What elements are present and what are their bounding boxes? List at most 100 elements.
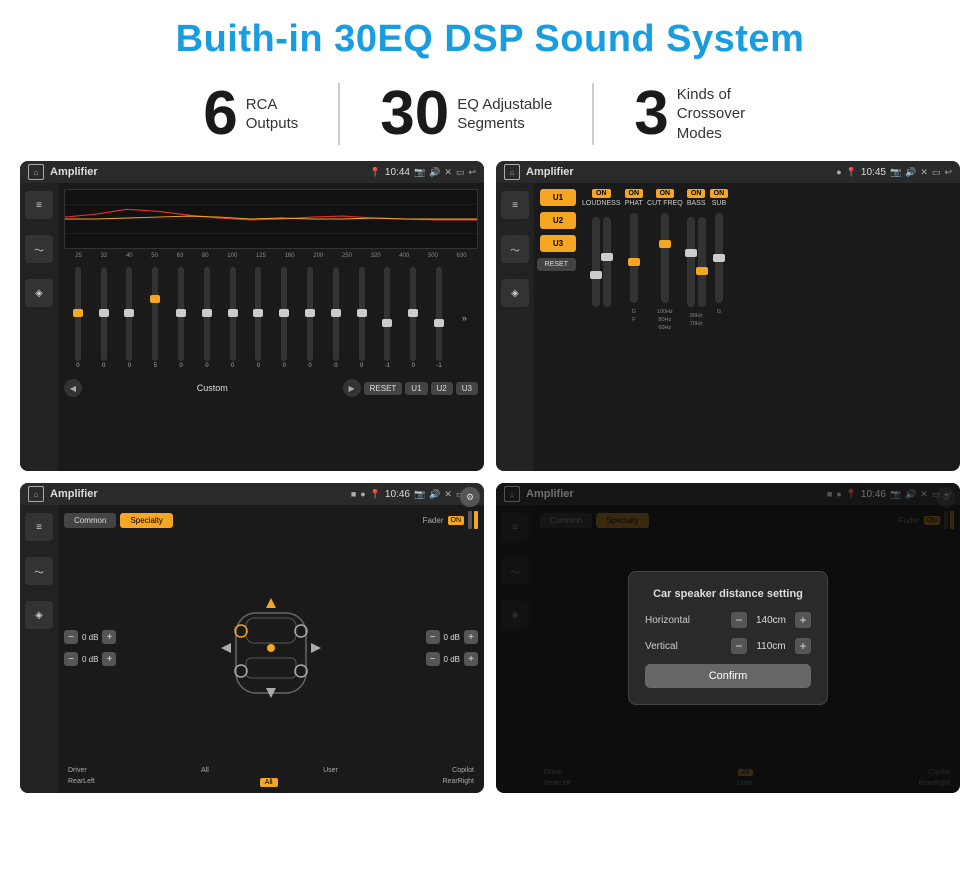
close-icon-3[interactable]: ✕ <box>444 489 452 500</box>
db-minus-tr[interactable]: − <box>426 630 440 644</box>
eq-slider-11[interactable]: 0 <box>359 267 365 369</box>
eq-freq-labels: 253240 506380 100125160 200250320 400500… <box>64 253 478 259</box>
confirm-button[interactable]: Confirm <box>645 664 811 688</box>
tab-specialty[interactable]: Specialty <box>120 513 172 528</box>
back-icon-1[interactable]: ↩ <box>468 167 476 178</box>
home-icon-3[interactable]: ⌂ <box>28 486 44 502</box>
on-badge-sub[interactable]: ON <box>710 189 729 198</box>
loudness-slider-1[interactable] <box>592 217 600 307</box>
preset-u2[interactable]: U2 <box>540 212 576 229</box>
next-button[interactable]: ▶ <box>343 379 361 397</box>
settings-icon[interactable]: ⚙ <box>460 487 480 507</box>
eq-slider-5[interactable]: 0 <box>204 267 210 369</box>
home-icon-1[interactable]: ⌂ <box>28 164 44 180</box>
vol-icon-2: 🔊 <box>905 167 916 178</box>
status-bar-1: ⌂ Amplifier 📍 10:44 📷 🔊 ✕ ▭ ↩ <box>20 161 484 183</box>
on-badge-bass[interactable]: ON <box>687 189 706 198</box>
eq-slider-8[interactable]: 0 <box>281 267 287 369</box>
wave-icon[interactable]: 〜 <box>25 235 53 263</box>
wave-icon-3[interactable]: 〜 <box>25 557 53 585</box>
db-minus-tl[interactable]: − <box>64 630 78 644</box>
all-badge[interactable]: All <box>260 778 278 787</box>
eq-icon-2[interactable]: ≡ <box>501 191 529 219</box>
on-badge-phat[interactable]: ON <box>625 189 644 198</box>
eq-slider-7[interactable]: 0 <box>255 267 261 369</box>
speaker-content: ≡ 〜 ◈ Common Specialty Fader ON ⚙ <box>20 505 484 793</box>
fader-label: Fader <box>423 516 444 525</box>
u3-button[interactable]: U3 <box>456 382 478 395</box>
phat-slider[interactable] <box>630 213 638 303</box>
eq-slider-9[interactable]: 0 <box>307 267 313 369</box>
expand-icon[interactable]: » <box>462 313 467 323</box>
close-icon-1[interactable]: ✕ <box>444 167 452 178</box>
eq-slider-12[interactable]: -1 <box>384 267 390 369</box>
db-plus-bl[interactable]: + <box>102 652 116 666</box>
crossover-cols: ON LOUDNESS ON <box>582 189 954 465</box>
col-phat: ON PHAT G F <box>625 189 644 323</box>
preset-u1[interactable]: U1 <box>540 189 576 206</box>
location-icon-1: 📍 <box>370 167 381 178</box>
db-plus-br[interactable]: + <box>464 652 478 666</box>
db-minus-bl[interactable]: − <box>64 652 78 666</box>
speaker-icon[interactable]: ◈ <box>25 279 53 307</box>
vertical-plus[interactable]: + <box>795 638 811 654</box>
driver-label: Driver <box>68 767 87 774</box>
back-icon-2[interactable]: ↩ <box>944 167 952 178</box>
db-minus-br[interactable]: − <box>426 652 440 666</box>
eq-slider-10[interactable]: 0 <box>333 267 339 369</box>
bass-slider-2[interactable] <box>698 217 706 307</box>
vol-icon-1: 🔊 <box>429 167 440 178</box>
eq-slider-2[interactable]: 0 <box>126 267 132 369</box>
horizontal-plus[interactable]: + <box>795 612 811 628</box>
db-plus-tl[interactable]: + <box>102 630 116 644</box>
crossover-reset[interactable]: RESET <box>537 258 576 271</box>
on-badge-loudness[interactable]: ON <box>592 189 611 198</box>
reset-button[interactable]: RESET <box>364 382 403 395</box>
screen-crossover: ⌂ Amplifier ● 📍 10:45 📷 🔊 ✕ ▭ ↩ ≡ 〜 ◈ <box>496 161 960 471</box>
screen-title-1: Amplifier <box>50 166 364 178</box>
speaker-icon-2[interactable]: ◈ <box>501 279 529 307</box>
eq-icon[interactable]: ≡ <box>25 191 53 219</box>
prev-button[interactable]: ◀ <box>64 379 82 397</box>
eq-slider-13[interactable]: 0 <box>410 267 416 369</box>
horizontal-value: − 140cm + <box>731 612 811 628</box>
side-icons-2: ≡ 〜 ◈ <box>496 183 534 471</box>
status-bar-3: ⌂ Amplifier ■ ● 📍 10:46 📷 🔊 ✕ ▭ ↩ <box>20 483 484 505</box>
location-icon-3: 📍 <box>370 489 381 500</box>
vol-icon-3: 🔊 <box>429 489 440 500</box>
stat-crossover: 3 Kinds ofCrossover Modes <box>594 83 816 145</box>
on-badge-cutfreq[interactable]: ON <box>656 189 675 198</box>
eq-icon-3[interactable]: ≡ <box>25 513 53 541</box>
u2-button[interactable]: U2 <box>431 382 453 395</box>
tab-common[interactable]: Common <box>64 513 116 528</box>
u1-button[interactable]: U1 <box>405 382 427 395</box>
col-cutfreq: ON CUT FREQ 100Hz 80Hz 60Hz <box>647 189 683 331</box>
eq-slider-14[interactable]: -1 <box>436 267 442 369</box>
close-icon-2[interactable]: ✕ <box>920 167 928 178</box>
preset-u3[interactable]: U3 <box>540 235 576 252</box>
eq-slider-4[interactable]: 0 <box>178 267 184 369</box>
db-plus-tr[interactable]: + <box>464 630 478 644</box>
minimize-icon-1[interactable]: ▭ <box>456 167 465 178</box>
eq-slider-6[interactable]: 0 <box>230 267 236 369</box>
dot-icon-3: ■ <box>351 489 356 499</box>
stat-label-eq: EQ AdjustableSegments <box>457 95 552 134</box>
cutfreq-slider[interactable] <box>661 213 669 303</box>
eq-slider-0[interactable]: 0 <box>75 267 81 369</box>
screens-grid: ⌂ Amplifier 📍 10:44 📷 🔊 ✕ ▭ ↩ ≡ 〜 ◈ <box>0 155 980 803</box>
horizontal-minus[interactable]: − <box>731 612 747 628</box>
wave-icon-2[interactable]: 〜 <box>501 235 529 263</box>
home-icon-2[interactable]: ⌂ <box>504 164 520 180</box>
bass-slider-1[interactable] <box>687 217 695 307</box>
eq-slider-3[interactable]: 5 <box>152 267 158 369</box>
loudness-slider-2[interactable] <box>603 217 611 307</box>
eq-slider-1[interactable]: 0 <box>101 267 107 369</box>
minimize-icon-2[interactable]: ▭ <box>932 167 941 178</box>
stat-number-eq: 30 <box>380 83 449 145</box>
fader-on-badge[interactable]: ON <box>448 516 465 525</box>
stats-row: 6 RCAOutputs 30 EQ AdjustableSegments 3 … <box>0 71 980 155</box>
vertical-minus[interactable]: − <box>731 638 747 654</box>
sub-slider[interactable] <box>715 213 723 303</box>
speaker-icon-3[interactable]: ◈ <box>25 601 53 629</box>
vertical-num: 110cm <box>751 641 791 652</box>
